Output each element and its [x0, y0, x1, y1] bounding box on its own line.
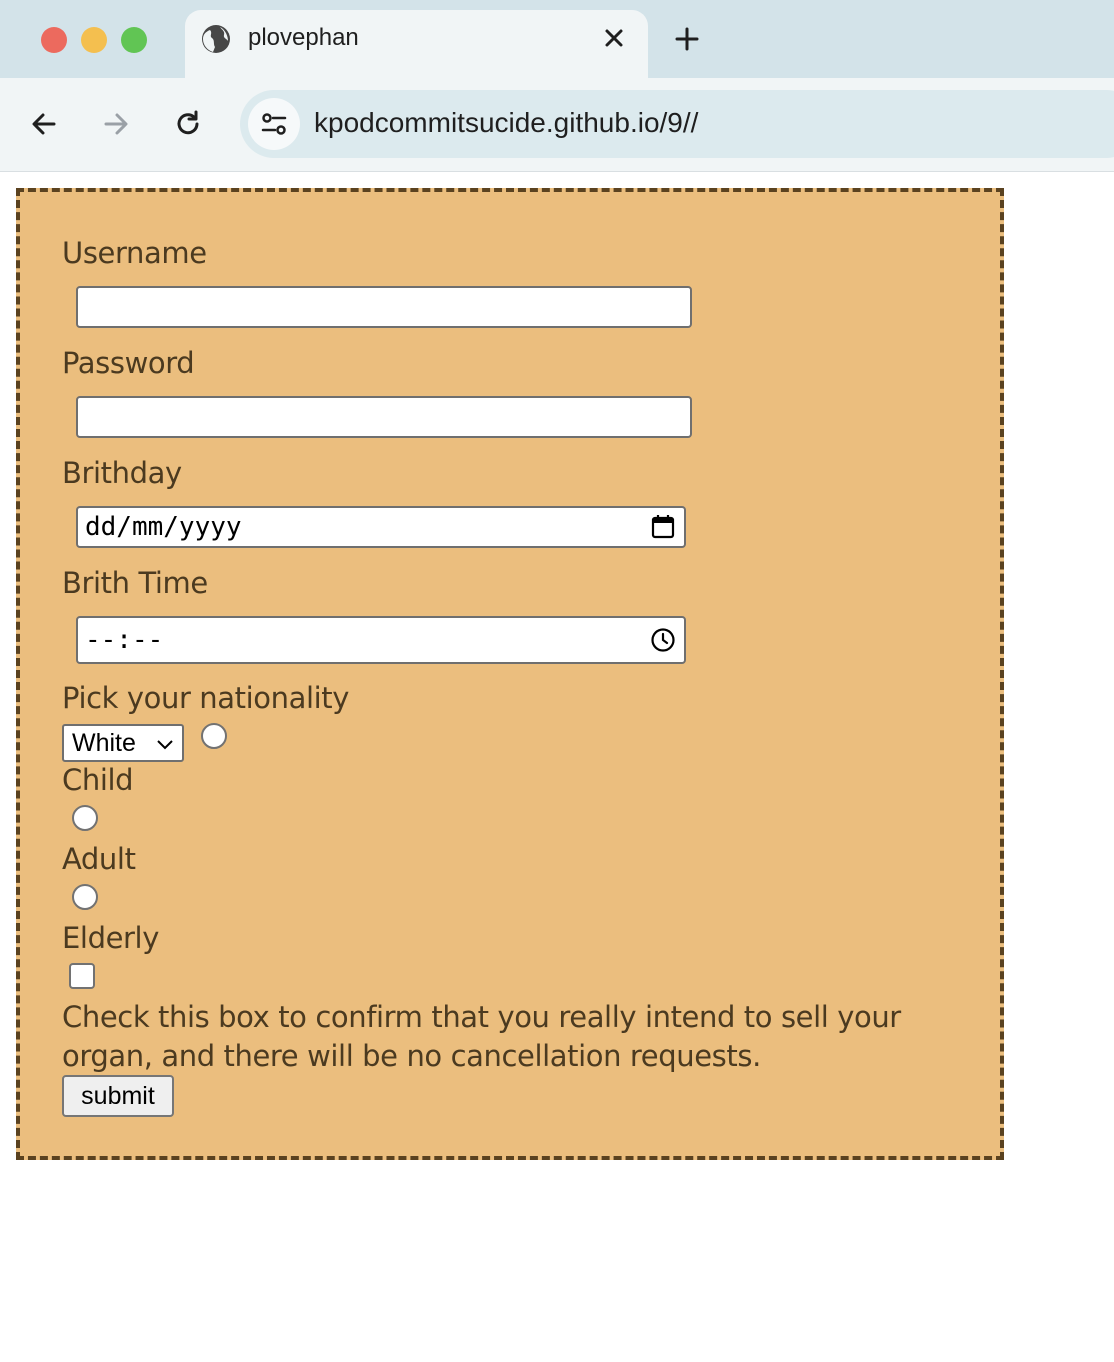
arrow-right-icon[interactable] [100, 108, 132, 140]
password-input[interactable] [76, 396, 692, 438]
maximize-window-button[interactable] [121, 27, 147, 53]
close-window-button[interactable] [41, 27, 67, 53]
address-bar[interactable]: kpodcommitsucide.github.io/9// [240, 90, 1114, 158]
arrow-left-icon[interactable] [28, 108, 60, 140]
confirm-text: Check this box to confirm that you reall… [62, 1000, 901, 1073]
close-icon[interactable] [600, 24, 628, 52]
clock-icon[interactable] [650, 627, 676, 653]
plus-icon[interactable] [672, 24, 702, 54]
age-radio-adult[interactable] [72, 805, 98, 831]
username-label: Username [62, 236, 207, 270]
browser-toolbar: kpodcommitsucide.github.io/9// [0, 78, 1114, 172]
birthtime-placeholder: --:-- [85, 625, 164, 655]
tab-title: plovephan [248, 24, 359, 51]
age-label-adult: Adult [62, 842, 136, 876]
globe-icon [202, 25, 230, 53]
age-label-child: Child [62, 763, 134, 797]
browser-tab-strip: plovephan [0, 0, 1114, 78]
age-label-elderly: Elderly [62, 921, 159, 955]
calendar-icon[interactable] [650, 514, 676, 540]
minimize-window-button[interactable] [81, 27, 107, 53]
age-radio-elderly[interactable] [72, 884, 98, 910]
birthday-label: Brithday [62, 456, 182, 490]
confirm-checkbox[interactable] [69, 963, 95, 989]
nationality-label: Pick your nationality [62, 681, 350, 715]
browser-tab[interactable]: plovephan [185, 10, 648, 78]
nationality-selected-value: White [72, 729, 136, 757]
age-radio-child[interactable] [201, 723, 227, 749]
birthtime-time-input[interactable]: --:-- [76, 616, 686, 664]
reload-icon[interactable] [172, 108, 204, 140]
url-text: kpodcommitsucide.github.io/9// [314, 107, 699, 138]
password-label: Password [62, 346, 195, 380]
nationality-select[interactable]: White [62, 724, 184, 762]
tune-icon [261, 113, 287, 135]
birthday-date-input[interactable]: dd/mm/yyyy [76, 506, 686, 548]
site-info-button[interactable] [248, 98, 300, 150]
organ-sale-form: Username Password Brithday dd/mm/yyyy Br… [16, 188, 1004, 1160]
chevron-down-icon [157, 740, 173, 750]
username-input[interactable] [76, 286, 692, 328]
birthday-placeholder: dd/mm/yyyy [85, 512, 242, 542]
birthtime-label: Brith Time [62, 566, 208, 600]
submit-button[interactable]: submit [62, 1075, 174, 1117]
